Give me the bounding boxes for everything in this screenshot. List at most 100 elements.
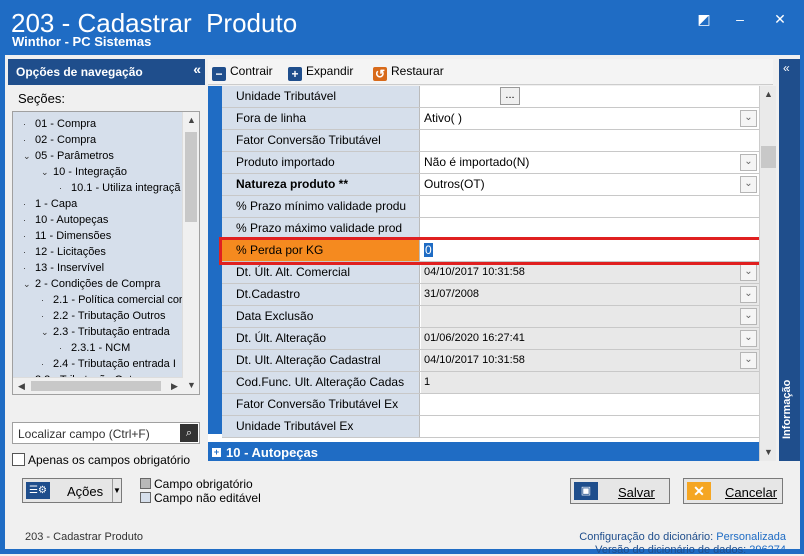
collapse-right-icon[interactable]: «	[783, 61, 790, 75]
grid-row-value[interactable]: 04/10/2017 10:31:58 ⌄	[421, 262, 759, 283]
tree-item[interactable]: · 13 - Inservível	[23, 262, 104, 278]
tree-connector: ·	[23, 215, 26, 225]
grid-row[interactable]: % Prazo máximo validade prod	[222, 218, 759, 240]
grid-row[interactable]: Dt. Ult. Alteração Cadastral 04/10/2017 1…	[222, 350, 759, 372]
grid-row-value[interactable]: Outros(OT) ⌄	[421, 174, 759, 195]
tree-item[interactable]: · 12 - Licitações	[23, 246, 106, 262]
grid-row-value[interactable]	[421, 218, 759, 239]
dropdown-arrow-icon[interactable]: ⌄	[740, 264, 757, 281]
tree-scroll-thumb[interactable]	[185, 132, 197, 222]
tree-item[interactable]: ⌄ 05 - Parâmetros	[23, 150, 114, 166]
grid-row-value[interactable]: Não é importado(N) ⌄	[421, 152, 759, 173]
grid-row[interactable]: Unidade Tributável Ex	[222, 416, 759, 438]
tree-item-label: 10 - Integração	[53, 166, 127, 178]
tree-expander-icon[interactable]: ⌄	[23, 279, 35, 290]
expand-button[interactable]: + Expandir	[288, 64, 353, 81]
grid-row-value[interactable]: 0	[421, 240, 759, 261]
grid-row-value[interactable]	[421, 196, 759, 217]
tree-expander-icon[interactable]: ⌄	[41, 327, 53, 338]
collapse-left-icon[interactable]: «	[193, 61, 201, 77]
grid-row[interactable]: Natureza produto ** Outros(OT) ⌄	[222, 174, 759, 196]
tree-hscrollbar[interactable]: ◀ ▶	[13, 377, 183, 394]
tree-vscrollbar[interactable]: ▲ ▼	[182, 112, 199, 394]
dropdown-arrow-icon[interactable]: ⌄	[740, 154, 757, 171]
tree-item[interactable]: ⌄ 10 - Integração	[41, 166, 127, 182]
grid-row[interactable]: Cod.Func. Ult. Alteração Cadas 1	[222, 372, 759, 394]
grid-row[interactable]: Fora de linha Ativo( ) ⌄	[222, 108, 759, 130]
tree-item[interactable]: · 1 - Capa	[23, 198, 77, 214]
required-only-checkbox[interactable]: Apenas os campos obrigatório	[12, 453, 190, 467]
close-icon[interactable]: ✕	[770, 10, 790, 28]
grid-row[interactable]: Dt.Cadastro 31/07/2008 ⌄	[222, 284, 759, 306]
tree-connector: ·	[23, 135, 26, 145]
dropdown-arrow-icon[interactable]: ⌄	[740, 352, 757, 369]
checkbox-box[interactable]	[12, 453, 25, 466]
actions-dropdown-icon[interactable]: ▼	[112, 479, 121, 502]
tree-expander-icon[interactable]: ⌄	[41, 167, 53, 178]
title-bar[interactable]: 203 - Cadastrar Produto Winthor - PC Sis…	[0, 0, 804, 50]
scroll-up-icon[interactable]: ▲	[760, 86, 777, 103]
tree-scroll-up-icon[interactable]: ▲	[183, 112, 199, 129]
tree-expander-icon[interactable]: ⌄	[23, 151, 35, 162]
dict-config-label: Configuração do dicionário:	[579, 531, 714, 543]
tree-scroll-right-icon[interactable]: ▶	[166, 378, 183, 394]
sections-tree[interactable]: · 01 - Compra · 02 - Compra ⌄ 05 - Parâmetros…	[12, 111, 200, 395]
grid-row-value[interactable]: 01/06/2020 16:27:41 ⌄	[421, 328, 759, 349]
grid-row[interactable]: Dt. Últ. Alteração 01/06/2020 16:27:41 ⌄	[222, 328, 759, 350]
tree-item[interactable]: · 2.4 - Tributação entrada I	[41, 358, 176, 374]
grid-row[interactable]: Data Exclusão ⌄	[222, 306, 759, 328]
dropdown-arrow-icon[interactable]: ⌄	[740, 330, 757, 347]
dict-config-value[interactable]: Personalizada	[716, 531, 786, 543]
dropdown-arrow-icon[interactable]: ⌄	[740, 286, 757, 303]
tree-item[interactable]: · 10.1 - Utiliza integraçã	[59, 182, 180, 198]
tree-item[interactable]: ⌄ 2 - Condições de Compra	[23, 278, 160, 294]
dropdown-arrow-icon[interactable]: ⌄	[740, 176, 757, 193]
actions-button[interactable]: ☰⚙ Ações ▼	[22, 478, 122, 503]
dropdown-arrow-icon[interactable]: ⌄	[740, 110, 757, 127]
grid-row-value[interactable]	[421, 130, 759, 151]
grid-row[interactable]: % Perda por KG 0	[219, 237, 759, 265]
dropdown-arrow-icon[interactable]: ⌄	[740, 308, 757, 325]
scroll-thumb[interactable]	[761, 146, 776, 168]
grid-row[interactable]: % Prazo mínimo validade produ	[222, 196, 759, 218]
grid-row-value[interactable]: ...	[421, 86, 759, 107]
grid-row-value[interactable]: 04/10/2017 10:31:58 ⌄	[421, 350, 759, 371]
grid-row-value[interactable]	[421, 394, 759, 415]
tree-connector: ·	[41, 295, 44, 305]
minimize-icon[interactable]: –	[730, 10, 750, 28]
tree-item[interactable]: · 11 - Dimensões	[23, 230, 111, 246]
info-panel[interactable]: « Informação	[779, 59, 800, 461]
cancel-button[interactable]: ✕ Cancelar	[683, 478, 783, 504]
save-button[interactable]: ▣ Salvar	[570, 478, 670, 504]
ellipsis-button[interactable]: ...	[500, 87, 520, 105]
grid-scrollbar[interactable]: ▲ ▼	[759, 86, 776, 461]
tree-item[interactable]: ⌄ 2.3 - Tributação entrada	[41, 326, 170, 342]
resize-icon[interactable]: ◩	[694, 10, 714, 28]
grid-row-value[interactable]: 31/07/2008 ⌄	[421, 284, 759, 305]
tree-item[interactable]: · 2.3.1 - NCM	[59, 342, 130, 358]
grid-row[interactable]: Produto importado Não é importado(N) ⌄	[222, 152, 759, 174]
tree-hscroll-thumb[interactable]	[31, 381, 161, 391]
grid-section-header[interactable]: +10 - Autopeças	[208, 442, 759, 461]
collapse-button[interactable]: − Contrair	[212, 64, 273, 81]
tree-item[interactable]: · 10 - Autopeças	[23, 214, 108, 230]
expand-section-icon[interactable]: +	[212, 448, 221, 457]
grid-row-value[interactable]: Ativo( ) ⌄	[421, 108, 759, 129]
grid-row[interactable]: Fator Conversão Tributável Ex	[222, 394, 759, 416]
grid-row-value[interactable]: 1	[421, 372, 759, 393]
search-icon[interactable]: ⌕	[180, 424, 198, 442]
grid-row-value[interactable]: ⌄	[421, 306, 759, 327]
grid-row[interactable]: Fator Conversão Tributável	[222, 130, 759, 152]
tree-item[interactable]: · 2.1 - Política comercial cor	[41, 294, 183, 310]
tree-scroll-down-icon[interactable]: ▼	[183, 377, 199, 394]
tree-item[interactable]: · 01 - Compra	[23, 118, 96, 134]
tree-scroll-left-icon[interactable]: ◀	[13, 378, 30, 394]
scroll-down-icon[interactable]: ▼	[760, 444, 777, 461]
restore-button[interactable]: ↺ Restaurar	[373, 64, 444, 81]
grid-row-value[interactable]	[421, 416, 759, 437]
search-field[interactable]: Localizar campo (Ctrl+F) ⌕	[12, 422, 200, 444]
grid-row[interactable]: Dt. Últ. Alt. Comercial 04/10/2017 10:31:…	[222, 262, 759, 284]
tree-item[interactable]: · 2.2 - Tributação Outros	[41, 310, 166, 326]
grid-row[interactable]: Unidade Tributável...	[222, 86, 759, 108]
tree-item[interactable]: · 02 - Compra	[23, 134, 96, 150]
